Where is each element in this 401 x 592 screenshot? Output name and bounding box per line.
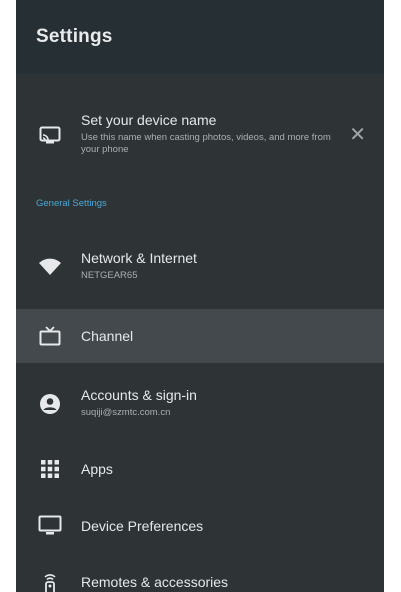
apps-grid-icon bbox=[36, 455, 64, 483]
settings-item-subtitle: NETGEAR65 bbox=[81, 270, 138, 281]
settings-item-label: Remotes & accessories bbox=[81, 574, 229, 590]
remote-icon bbox=[36, 571, 64, 592]
wifi-icon bbox=[36, 253, 64, 281]
settings-item-accounts[interactable]: Accounts & sign-in suqiji@szmtc.com.cn bbox=[16, 377, 384, 431]
device-name-description: Use this name when casting photos, video… bbox=[81, 132, 331, 155]
settings-item-channel[interactable]: Channel bbox=[16, 309, 384, 363]
settings-header: Settings bbox=[16, 0, 384, 74]
monitor-icon bbox=[36, 512, 64, 540]
settings-item-device-preferences[interactable]: Device Preferences bbox=[16, 501, 384, 551]
page-title: Settings bbox=[36, 26, 113, 47]
settings-item-label: Network & Internet bbox=[81, 250, 197, 266]
settings-item-remotes[interactable]: Remotes & accessories bbox=[16, 560, 384, 592]
settings-item-label: Apps bbox=[81, 461, 113, 477]
account-icon bbox=[36, 390, 64, 418]
device-name-title: Set your device name bbox=[81, 112, 217, 128]
section-label-general: General Settings bbox=[36, 198, 107, 209]
close-icon[interactable]: ✕ bbox=[349, 125, 366, 145]
settings-item-network[interactable]: Network & Internet NETGEAR65 bbox=[16, 240, 384, 294]
settings-item-label: Accounts & sign-in bbox=[81, 387, 197, 403]
device-name-card[interactable]: Set your device name Use this name when … bbox=[16, 104, 384, 166]
settings-item-apps[interactable]: Apps bbox=[16, 444, 384, 494]
settings-item-subtitle: suqiji@szmtc.com.cn bbox=[81, 407, 171, 418]
cast-icon bbox=[36, 121, 64, 149]
tv-icon bbox=[36, 322, 64, 350]
settings-item-label: Channel bbox=[81, 328, 134, 344]
settings-panel: Settings Set your device name Use this n… bbox=[16, 0, 384, 592]
settings-item-label: Device Preferences bbox=[81, 518, 204, 534]
